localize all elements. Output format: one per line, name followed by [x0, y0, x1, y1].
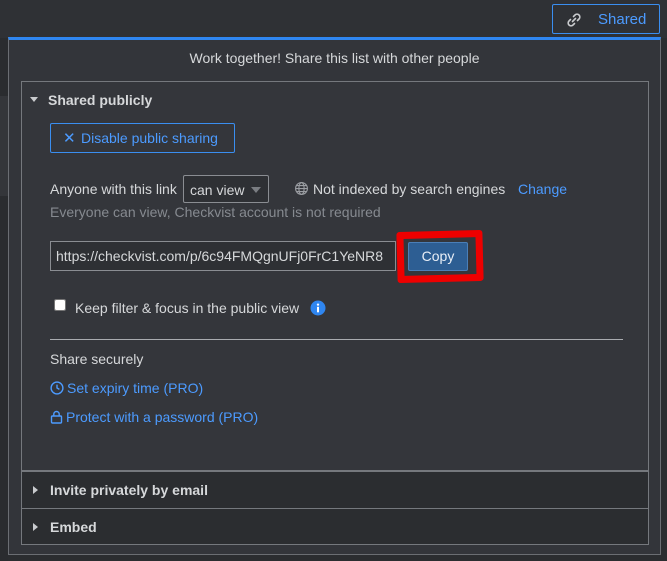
- highlight-annotation: [396, 229, 484, 284]
- permission-value: can view: [190, 182, 245, 198]
- public-url-field[interactable]: [50, 241, 396, 271]
- clock-icon: [50, 381, 64, 395]
- everyone-can-view-note: Everyone can view, Checkvist account is …: [50, 204, 381, 220]
- embed-section-toggle[interactable]: Embed: [30, 519, 97, 535]
- permission-select[interactable]: can view: [183, 175, 269, 203]
- protect-password-label: Protect with a password (PRO): [66, 409, 259, 425]
- caret-right-icon: [33, 486, 38, 495]
- disable-button-label: Disable public sharing: [81, 130, 218, 146]
- invite-section: Invite privately by email: [21, 471, 649, 509]
- public-section-title: Shared publicly: [48, 92, 153, 108]
- change-indexing-link[interactable]: Change: [518, 181, 567, 197]
- divider: [50, 339, 623, 340]
- dialog-header: Work together! Share this list with othe…: [189, 50, 480, 66]
- keep-filter-label: Keep filter & focus in the public view: [75, 300, 300, 316]
- globe-icon: [294, 181, 309, 196]
- chevron-down-icon: [251, 187, 261, 193]
- caret-down-icon: [30, 96, 38, 102]
- shared-button[interactable]: Shared: [552, 4, 660, 34]
- share-securely-title: Share securely: [50, 351, 144, 367]
- anyone-with-link-label: Anyone with this link: [50, 181, 177, 197]
- not-indexed-label: Not indexed by search engines: [313, 181, 506, 197]
- info-icon[interactable]: [310, 300, 326, 316]
- shared-button-label: Shared: [598, 11, 647, 28]
- set-expiry-link[interactable]: Set expiry time (PRO): [50, 380, 203, 396]
- share-dialog: Work together! Share this list with othe…: [8, 37, 661, 555]
- background-strip: [0, 38, 8, 561]
- caret-right-icon: [33, 523, 38, 532]
- embed-section: Embed: [21, 508, 649, 545]
- embed-section-title: Embed: [50, 519, 97, 535]
- top-bar: Shared: [0, 0, 667, 38]
- invite-section-toggle[interactable]: Invite privately by email: [30, 482, 208, 498]
- set-expiry-label: Set expiry time (PRO): [67, 380, 204, 396]
- public-section-toggle[interactable]: Shared publicly: [30, 92, 152, 108]
- invite-section-title: Invite privately by email: [50, 482, 208, 498]
- keep-filter-checkbox[interactable]: [54, 299, 66, 311]
- protect-password-link[interactable]: Protect with a password (PRO): [50, 409, 258, 425]
- public-sharing-section: Shared publicly ✕ Disable public sharing…: [21, 81, 649, 471]
- lock-icon: [50, 410, 63, 424]
- link-icon: [565, 11, 583, 29]
- disable-public-sharing-button[interactable]: ✕ Disable public sharing: [50, 123, 235, 153]
- close-icon: ✕: [63, 130, 76, 147]
